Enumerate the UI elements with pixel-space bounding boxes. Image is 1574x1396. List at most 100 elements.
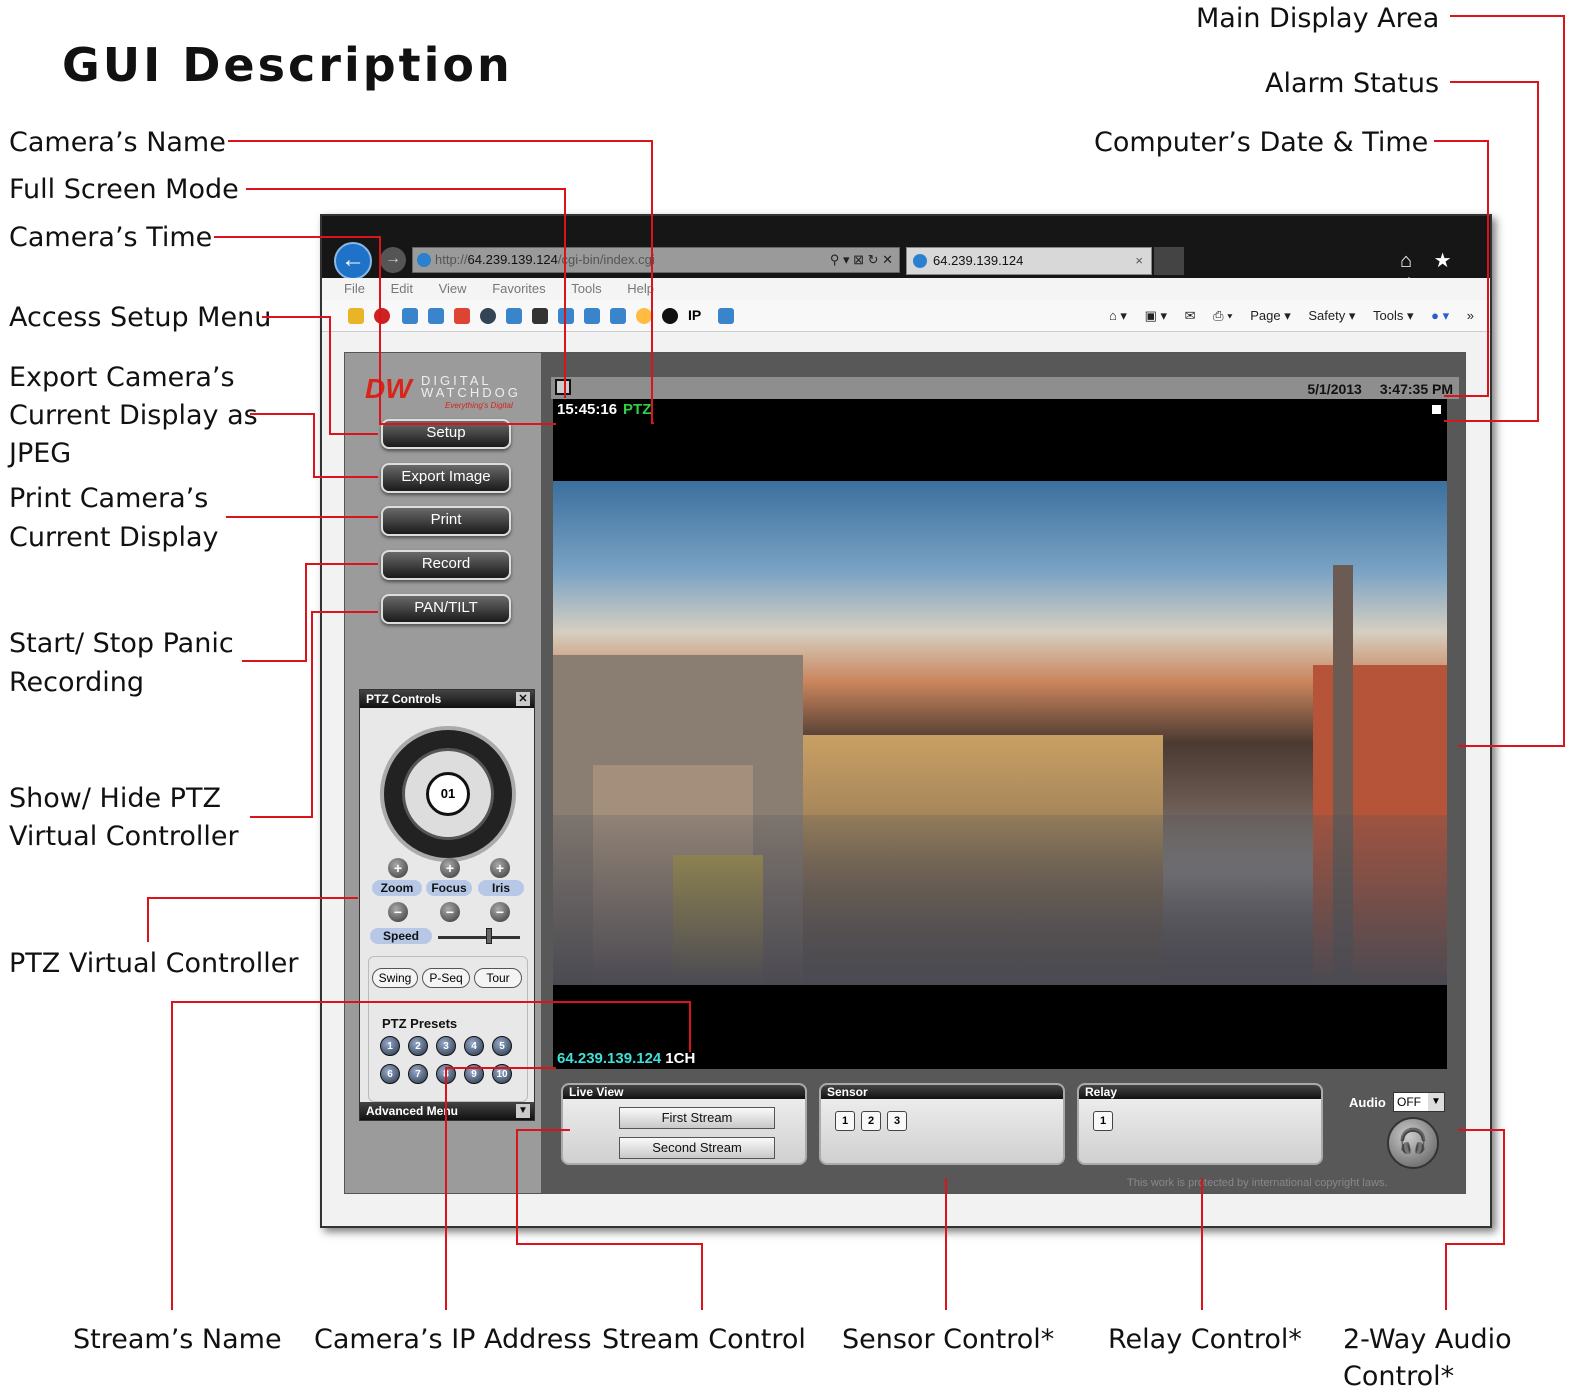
ptz-dial-center[interactable]: 01 [426, 772, 470, 816]
close-icon[interactable]: ✕ [516, 692, 530, 706]
callout-main-display: Main Display Area [1196, 3, 1440, 34]
ring-icon[interactable] [636, 308, 652, 324]
callout-camera-time: Camera’s Time [9, 222, 213, 253]
ie-page-icon[interactable] [610, 308, 626, 324]
callout-ip-address: Camera’s IP Address [314, 1324, 592, 1355]
home-dropdown-icon[interactable]: ⌂ ▾ [1109, 308, 1127, 323]
new-tab-button[interactable] [1154, 247, 1184, 275]
menu-tools[interactable]: Tools [571, 278, 601, 300]
tour-button[interactable]: Tour [474, 968, 522, 988]
forward-icon[interactable]: → [380, 247, 406, 273]
camera-web-app: DW DIGITAL WATCHDOG Everything's Digital… [344, 352, 1466, 1194]
globe-icon[interactable] [480, 308, 496, 324]
setup-button[interactable]: Setup [381, 419, 511, 449]
speed-slider-track[interactable] [438, 936, 520, 939]
tools-menu[interactable]: Tools ▾ [1373, 308, 1414, 323]
tab-close-icon[interactable]: × [1135, 248, 1143, 274]
preset-button-4[interactable]: 4 [464, 1036, 484, 1056]
print-button[interactable]: Print [381, 506, 511, 536]
iris-plus-icon[interactable]: + [490, 858, 510, 878]
sensor-button-3[interactable]: 3 [887, 1111, 907, 1131]
preset-button-10[interactable]: 10 [492, 1064, 512, 1084]
pan-tilt-button[interactable]: PAN/TILT [381, 594, 511, 624]
tab-title: 64.239.139.124 [933, 253, 1024, 268]
ie-page-icon[interactable] [428, 308, 444, 324]
menu-favorites[interactable]: Favorites [492, 278, 545, 300]
callout-alarm-status: Alarm Status [1265, 68, 1440, 99]
sensor-title: Sensor [821, 1085, 1063, 1099]
circle-logo-icon[interactable] [662, 308, 678, 324]
ie-page-icon[interactable] [402, 308, 418, 324]
swing-button[interactable]: Swing [372, 968, 418, 988]
ie-page-icon[interactable] [718, 308, 734, 324]
iris-minus-icon[interactable]: − [490, 902, 510, 922]
menu-edit[interactable]: Edit [391, 278, 413, 300]
zoom-minus-icon[interactable]: − [388, 902, 408, 922]
printer-dropdown-icon[interactable]: ⎙ ▾ [1213, 308, 1232, 323]
favorites-star-icon[interactable] [348, 308, 364, 324]
feeds-dropdown-icon[interactable]: ▣ ▾ [1145, 308, 1167, 323]
browser-titlebar: ← → http://64.239.139.124/cgi-bin/index.… [322, 216, 1490, 297]
live-view-panel: Live View First Stream Second Stream [561, 1083, 807, 1165]
headset-icon[interactable]: 🎧 [1387, 1117, 1439, 1169]
relay-button-1[interactable]: 1 [1093, 1111, 1113, 1131]
preset-button-3[interactable]: 3 [436, 1036, 456, 1056]
audio-select-value: OFF [1397, 1095, 1421, 1109]
alarm-status-indicator [1432, 405, 1441, 414]
chevron-icon[interactable]: » [1467, 308, 1474, 323]
focus-plus-icon[interactable]: + [440, 858, 460, 878]
square-shape [553, 815, 1447, 985]
crosshair-icon[interactable] [374, 308, 390, 324]
fullscreen-icon[interactable] [555, 379, 571, 395]
video-bottom-overlay: 64.239.139.124 1CH [557, 1050, 695, 1067]
preset-button-8[interactable]: 8 [436, 1064, 456, 1084]
browser-tab[interactable]: 64.239.139.124 × [906, 247, 1152, 275]
audio-label: Audio [1349, 1095, 1386, 1110]
address-bar[interactable]: http://64.239.139.124/cgi-bin/index.cgi … [412, 247, 900, 273]
record-button[interactable]: Record [381, 550, 511, 580]
back-icon[interactable]: ← [334, 242, 372, 280]
mail-icon[interactable]: ✉ [1185, 308, 1196, 323]
preset-button-1[interactable]: 1 [380, 1036, 400, 1056]
chevron-down-icon[interactable]: ▼ [1428, 1093, 1444, 1111]
chevron-down-icon[interactable]: ▼ [516, 1104, 530, 1118]
camera-video-view[interactable]: 15:45:16 PTZ 64.239.139.124 1CH [553, 399, 1447, 1069]
ie-page-icon[interactable] [506, 308, 522, 324]
export-image-button[interactable]: Export Image [381, 463, 511, 493]
pseq-button[interactable]: P-Seq [422, 968, 470, 988]
preset-button-5[interactable]: 5 [492, 1036, 512, 1056]
sensor-button-2[interactable]: 2 [861, 1111, 881, 1131]
preset-button-6[interactable]: 6 [380, 1064, 400, 1084]
callout-showhide-line2: Virtual Controller [9, 821, 239, 852]
ie-page-icon[interactable] [558, 308, 574, 324]
focus-minus-icon[interactable]: − [440, 902, 460, 922]
zoom-label: Zoom [372, 880, 422, 896]
preset-button-2[interactable]: 2 [408, 1036, 428, 1056]
safety-menu[interactable]: Safety ▾ [1308, 308, 1355, 323]
ptz-controls-header: PTZ Controls ✕ [360, 690, 534, 708]
help-dropdown-icon[interactable]: ● ▾ [1431, 308, 1449, 323]
music-icon[interactable] [532, 308, 548, 324]
speed-slider-handle[interactable] [486, 928, 492, 944]
menu-view[interactable]: View [439, 278, 467, 300]
menu-bar: File Edit View Favorites Tools Help [322, 278, 1490, 300]
audio-select[interactable]: OFF ▼ [1393, 1092, 1445, 1112]
main-display-area: 5/1/2013 3:47:35 PM 15:45:16 PTZ 64.239.… [541, 353, 1465, 1193]
ie-page-icon[interactable] [584, 308, 600, 324]
menu-file[interactable]: File [344, 278, 365, 300]
page-menu[interactable]: Page ▾ [1250, 308, 1291, 323]
sensor-panel: Sensor 1 2 3 [819, 1083, 1065, 1165]
preset-button-7[interactable]: 7 [408, 1064, 428, 1084]
sensor-button-1[interactable]: 1 [835, 1111, 855, 1131]
menu-help[interactable]: Help [627, 278, 654, 300]
preset-button-9[interactable]: 9 [464, 1064, 484, 1084]
camera-ip-address: 64.239.139.124 [557, 1050, 662, 1067]
zoom-plus-icon[interactable]: + [388, 858, 408, 878]
first-stream-button[interactable]: First Stream [619, 1107, 775, 1129]
gmail-icon[interactable] [454, 308, 470, 324]
url-prefix: http:// [435, 252, 468, 267]
ip-icon[interactable]: IP [688, 307, 701, 323]
advanced-menu-bar[interactable]: Advanced Menu ▼ [360, 1102, 534, 1120]
address-controls-icon[interactable]: ⚲ ▾ ⊠ ↻ ✕ [830, 248, 893, 272]
second-stream-button[interactable]: Second Stream [619, 1137, 775, 1159]
